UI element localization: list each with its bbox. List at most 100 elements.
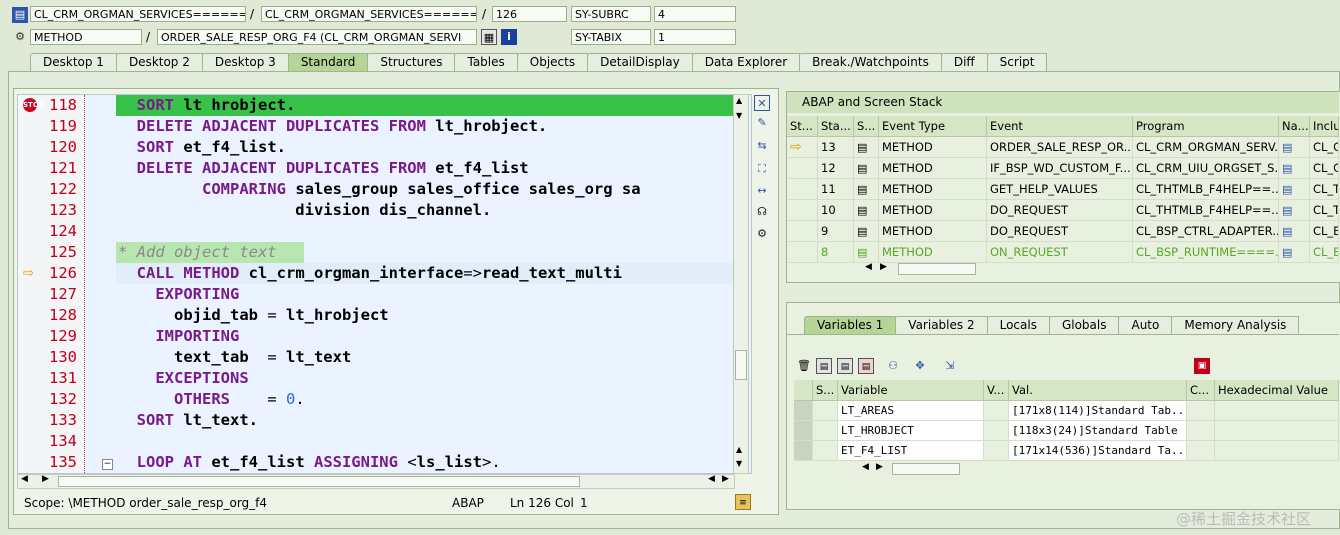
scroll-right-icon[interactable]: ▶ [880, 262, 887, 272]
sysfield-name-1[interactable]: SY-SUBRC [571, 6, 651, 22]
stack-row[interactable]: 12 ▤ METHOD IF_BSP_WD_CUSTOM_F... CL_CRM_UIU… [787, 158, 1339, 179]
event-name-field[interactable]: ORDER_SALE_RESP_ORG_F4 (CL_CRM_ORGMAN_SE… [157, 29, 477, 45]
services-icon[interactable]: ☊ [754, 204, 770, 220]
tab-breakpoints[interactable]: Break./Watchpoints [799, 53, 942, 71]
tab-variables-2[interactable]: Variables 2 [895, 316, 988, 334]
tab-structures[interactable]: Structures [367, 53, 456, 71]
sysfield-value-2[interactable]: 1 [654, 29, 736, 45]
col-header[interactable]: Sta... [818, 116, 854, 137]
col-header[interactable]: Hexadecimal Value [1215, 380, 1339, 401]
save-list-icon[interactable]: ▤ [837, 358, 853, 374]
stack-hscroll-thumb[interactable] [898, 263, 976, 275]
program-field[interactable]: CL_CRM_ORGMAN_SERVICES======= [30, 6, 246, 22]
col-header[interactable]: S... [813, 380, 838, 401]
save-icon[interactable]: ▣ [1194, 358, 1210, 374]
tab-diff[interactable]: Diff [940, 53, 988, 71]
load-icon[interactable]: ▤ [816, 358, 832, 374]
col-header[interactable]: St... [787, 116, 818, 137]
col-header[interactable]: Variable [838, 380, 984, 401]
notes-icon[interactable]: ≡ [735, 494, 751, 510]
clear-list-icon[interactable]: ▤ [858, 358, 874, 374]
maximize-icon[interactable]: ⛶ [754, 161, 770, 177]
stack-horizontal-scrollbar[interactable]: ◀ ▶ [862, 262, 1332, 275]
include-field[interactable]: CL_CRM_ORGMAN_SERVICES======= [261, 6, 477, 22]
editor-hscroll-thumb[interactable] [58, 476, 580, 487]
scroll-right-icon[interactable]: ▶ [876, 462, 883, 472]
line-number: 122 [49, 180, 77, 198]
tab-script[interactable]: Script [986, 53, 1048, 71]
tab-desktop-1[interactable]: Desktop 1 [30, 53, 117, 71]
editor-vertical-scrollbar[interactable]: ▲ ▼ ▲ ▼ [733, 94, 749, 474]
source-editor[interactable]: STOP ⇨ − 118 SORT lt hrobject. 119 DELET… [17, 94, 752, 474]
tab-objects[interactable]: Objects [516, 53, 589, 71]
variable-name[interactable]: LT_AREAS [838, 401, 984, 421]
stack-event-type: METHOD [879, 242, 987, 263]
variable-name[interactable]: ET_F4_LIST [838, 441, 984, 461]
kind-field[interactable]: METHOD [30, 29, 142, 45]
tab-desktop-3[interactable]: Desktop 3 [201, 53, 289, 71]
vars-hscroll-thumb[interactable] [892, 463, 960, 475]
scroll-left-icon[interactable]: ◀ [708, 474, 715, 484]
navigate-icon[interactable]: ▤ [1282, 225, 1292, 238]
sysfield-value-1[interactable]: 4 [654, 6, 736, 22]
stack-row[interactable]: 8 ▤ METHOD ON_REQUEST CL_BSP_RUNTIME====... ▤… [787, 242, 1339, 263]
col-header[interactable]: Event [987, 116, 1133, 137]
stack-row[interactable]: ⇨ 13 ▤ METHOD ORDER_SALE_RESP_OR... CL_CRM_OR… [787, 137, 1339, 158]
stack-row[interactable]: 10 ▤ METHOD DO_REQUEST CL_THTMLB_F4HELP==...… [787, 200, 1339, 221]
resize-icon[interactable]: ↔ [754, 183, 770, 199]
variable-name[interactable]: LT_HROBJECT [838, 421, 984, 441]
tab-variables-1[interactable]: Variables 1 [804, 316, 897, 335]
col-header[interactable]: Inclu [1310, 116, 1339, 137]
tab-standard[interactable]: Standard [287, 53, 369, 72]
stack-row[interactable]: 11 ▤ METHOD GET_HELP_VALUES CL_THTMLB_F4HELP… [787, 179, 1339, 200]
col-header[interactable]: Program [1133, 116, 1279, 137]
col-header[interactable]: V... [984, 380, 1009, 401]
tree-icon[interactable]: ⚇ [885, 358, 901, 374]
col-header[interactable]: S... [854, 116, 879, 137]
editor-vscroll-thumb[interactable] [735, 350, 747, 380]
tab-detaildisplay[interactable]: DetailDisplay [587, 53, 693, 71]
scroll-left-icon[interactable]: ◀ [21, 474, 28, 484]
settings-icon[interactable]: ⚙ [754, 226, 770, 242]
line-number: 129 [49, 327, 77, 345]
scroll-up-icon[interactable]: ▲ [736, 96, 742, 105]
editor-horizontal-scrollbar[interactable]: ◀ ▶ ◀ ▶ [17, 474, 735, 489]
move-icon[interactable]: ✥ [912, 358, 928, 374]
navigate-icon[interactable]: ▤ [1282, 141, 1292, 154]
line-field[interactable]: 126 [492, 6, 567, 22]
tab-desktop-2[interactable]: Desktop 2 [115, 53, 203, 71]
navigate-icon[interactable]: ▤ [1282, 162, 1292, 175]
swap-tool-icon[interactable]: ⇆ [754, 138, 770, 154]
sysfield-name-2[interactable]: SY-TABIX [571, 29, 651, 45]
scroll-right-icon[interactable]: ▶ [42, 474, 49, 484]
tab-auto[interactable]: Auto [1118, 316, 1173, 334]
tab-tables[interactable]: Tables [454, 53, 518, 71]
tab-locals[interactable]: Locals [986, 316, 1050, 334]
scroll-up-icon[interactable]: ▲ [736, 445, 742, 454]
close-icon[interactable]: ✕ [754, 95, 770, 111]
scroll-right-icon[interactable]: ▶ [722, 474, 729, 484]
col-header[interactable]: C... [1187, 380, 1215, 401]
stack-row[interactable]: 9 ▤ METHOD DO_REQUEST CL_BSP_CTRL_ADAPTER...… [787, 221, 1339, 242]
scroll-left-icon[interactable]: ◀ [862, 462, 869, 472]
info-icon[interactable]: i [501, 29, 517, 45]
navigate-icon[interactable]: ▤ [1282, 246, 1292, 259]
col-header[interactable]: Na... [1279, 116, 1310, 137]
delete-icon[interactable]: 🗑 [796, 358, 812, 374]
tab-memory-analysis[interactable]: Memory Analysis [1171, 316, 1300, 334]
col-header[interactable]: Event Type [879, 116, 987, 137]
stack-nav-cell: ▤ [1279, 221, 1310, 242]
navigate-icon[interactable]: ▤ [1282, 183, 1292, 196]
line-number: 126 [49, 264, 77, 282]
scroll-down-icon[interactable]: ▼ [736, 459, 742, 468]
scroll-down-icon[interactable]: ▼ [736, 111, 742, 120]
navigate-icon[interactable]: ▤ [1282, 204, 1292, 217]
tab-globals[interactable]: Globals [1048, 316, 1120, 334]
stack-event-type: METHOD [879, 179, 987, 200]
col-header[interactable]: Val. [1009, 380, 1187, 401]
export-icon[interactable]: ⇲ [942, 358, 958, 374]
display-source-icon[interactable]: ▦ [481, 29, 497, 45]
tab-data-explorer[interactable]: Data Explorer [691, 53, 801, 71]
new-tool-icon[interactable]: ✎ [754, 115, 770, 131]
scroll-left-icon[interactable]: ◀ [865, 262, 872, 272]
